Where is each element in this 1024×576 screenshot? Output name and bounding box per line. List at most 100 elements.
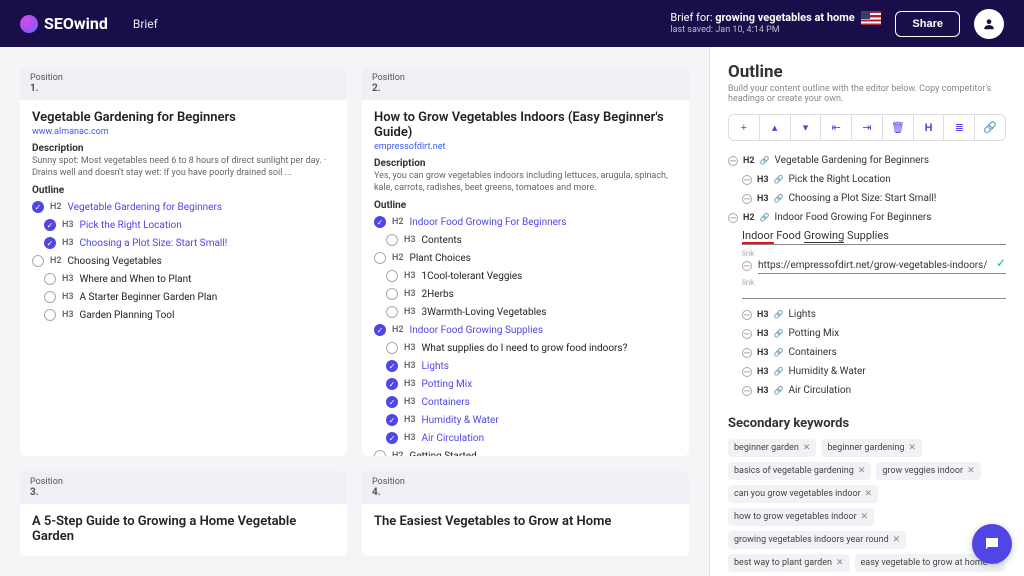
outline-edit-link-2[interactable] [742,287,1006,299]
outline-row[interactable]: H2 🔗 Vegetable Gardening for Beginners [728,151,1006,170]
serp-outline-row[interactable]: H2 Choosing Vegetables [32,252,335,270]
serp-outline-row[interactable]: ✓ H3 Pick the Right Location [32,216,335,234]
remove-icon[interactable] [742,348,752,358]
remove-icon[interactable] [742,386,752,396]
serp-outline-row[interactable]: H3 3Warmth-Loving Vegetables [374,303,677,321]
serp-outline-row[interactable]: H2 Plant Choices [374,249,677,267]
indent-button[interactable]: ⇥ [852,115,883,140]
serp-outline-row[interactable]: ✓ H2 Vegetable Gardening for Beginners [32,198,335,216]
keyword-tag[interactable]: can you grow vegetables indoor✕ [728,485,878,503]
serp-url[interactable]: www.almanac.com [32,127,335,137]
serp-outline-row[interactable]: ✓ H3 Choosing a Plot Size: Start Small! [32,234,335,252]
outline-row[interactable]: H3 🔗 Potting Mix [728,324,1006,343]
outline-row[interactable]: H3 🔗 Air Circulation [728,381,1006,400]
heading-button[interactable]: H [914,115,945,140]
remove-tag-icon[interactable]: ✕ [865,489,873,499]
check-off-icon[interactable] [32,255,44,267]
caret-down-button[interactable]: ▾ [791,115,822,140]
remove-tag-icon[interactable]: ✕ [836,558,844,568]
check-off-icon[interactable] [386,342,398,354]
keyword-tag[interactable]: beginner gardening✕ [821,439,922,457]
outline-row[interactable]: H3 🔗 Humidity & Water [728,362,1006,381]
outline-edit-link[interactable]: https://empressofdirt.net/grow-vegetable… [758,258,1006,274]
check-on-icon[interactable]: ✓ [374,216,386,228]
share-button[interactable]: Share [895,11,960,37]
keyword-tag[interactable]: best way to plant garden✕ [728,554,850,572]
check-on-icon[interactable]: ✓ [44,219,56,231]
caret-up-button[interactable]: ▴ [760,115,791,140]
remove-icon[interactable] [742,310,752,320]
remove-tag-icon[interactable]: ✕ [858,466,866,476]
secondary-keywords-title: Secondary keywords [728,416,1006,431]
outline-row[interactable]: H3 🔗 Containers [728,343,1006,362]
serp-outline-row[interactable]: H3 1Cool-tolerant Veggies [374,267,677,285]
remove-link-icon[interactable] [742,261,752,271]
serp-outline-row[interactable]: ✓ H2 Indoor Food Growing Supplies [374,321,677,339]
check-off-icon[interactable] [374,252,386,264]
brief-tab[interactable]: Brief [133,17,158,31]
remove-icon[interactable] [742,329,752,339]
remove-tag-icon[interactable]: ✕ [908,443,916,453]
serp-outline-row[interactable]: ✓ H3 Air Circulation [374,429,677,447]
keyword-tag[interactable]: growing vegetables indoors year round✕ [728,531,906,549]
chat-fab[interactable] [972,524,1012,564]
remove-icon[interactable] [742,175,752,185]
remove-icon[interactable] [728,213,738,223]
serp-outline-row[interactable]: H3 2Herbs [374,285,677,303]
serp-outline-row[interactable]: H3 A Starter Beginner Garden Plan [32,288,335,306]
remove-icon[interactable] [742,194,752,204]
plus-button[interactable]: + [729,115,760,140]
check-off-icon[interactable] [374,450,386,456]
remove-tag-icon[interactable]: ✕ [803,443,811,453]
outline-row[interactable]: H2 🔗 Indoor Food Growing For Beginners [728,208,1006,227]
trash-button[interactable]: 🗑 [883,115,914,140]
serp-url[interactable]: empressofdirt.net [374,142,677,152]
serp-outline-row[interactable]: ✓ H2 Indoor Food Growing For Beginners [374,213,677,231]
outline-row[interactable]: H3 🔗 Choosing a Plot Size: Start Small! [728,189,1006,208]
check-off-icon[interactable] [386,270,398,282]
serp-outline-row[interactable]: ✓ H3 Lights [374,357,677,375]
serp-outline-row[interactable]: H3 Where and When to Plant [32,270,335,288]
check-on-icon[interactable]: ✓ [44,237,56,249]
keyword-tag[interactable]: how to grow vegetables indoor✕ [728,508,874,526]
serp-column: Position1. Vegetable Gardening for Begin… [0,47,709,576]
check-on-icon[interactable]: ✓ [386,378,398,390]
serp-outline-row[interactable]: ✓ H3 Containers [374,393,677,411]
list-button[interactable]: ≣ [944,115,975,140]
check-on-icon[interactable]: ✓ [32,201,44,213]
keyword-tag[interactable]: grow veggies indoor✕ [876,462,980,480]
check-on-icon[interactable]: ✓ [374,324,386,336]
check-on-icon[interactable]: ✓ [386,432,398,444]
check-off-icon[interactable] [386,306,398,318]
check-on-icon[interactable]: ✓ [386,396,398,408]
check-off-icon[interactable] [386,288,398,300]
user-avatar[interactable] [974,9,1004,39]
serp-outline-row[interactable]: ✓ H3 Humidity & Water [374,411,677,429]
remove-tag-icon[interactable]: ✕ [893,535,901,545]
serp-outline-row[interactable]: H3 Contents [374,231,677,249]
remove-tag-icon[interactable]: ✕ [967,466,975,476]
serp-outline-row[interactable]: ✓ H3 Potting Mix [374,375,677,393]
check-on-icon[interactable]: ✓ [386,414,398,426]
serp-card: Position3. A 5-Step Guide to Growing a H… [20,471,347,556]
remove-icon[interactable] [742,367,752,377]
outline-row[interactable]: H3 🔗 Pick the Right Location [728,170,1006,189]
remove-icon[interactable] [728,156,738,166]
check-on-icon[interactable]: ✓ [386,360,398,372]
keyword-tag[interactable]: beginner garden✕ [728,439,816,457]
check-off-icon[interactable] [44,273,56,285]
outdent-button[interactable]: ⇤ [821,115,852,140]
check-off-icon[interactable] [44,291,56,303]
remove-tag-icon[interactable]: ✕ [861,512,869,522]
outline-row[interactable]: H3 🔗 Lights [728,305,1006,324]
serp-outline-row[interactable]: H2 Getting Started [374,447,677,456]
outline-edit-title[interactable]: Indoor Food Growing Supplies [742,227,1006,245]
keyword-tag[interactable]: basics of vegetable gardening✕ [728,462,871,480]
check-off-icon[interactable] [386,234,398,246]
serp-outline-row[interactable]: H3 Garden Planning Tool [32,306,335,324]
check-off-icon[interactable] [44,309,56,321]
serp-description: Yes, you can grow vegetables indoors inc… [374,171,677,194]
serp-outline-row[interactable]: H3 What supplies do I need to grow food … [374,339,677,357]
confirm-icon[interactable]: ✓ [996,256,1006,270]
link-button[interactable]: 🔗 [975,115,1005,140]
